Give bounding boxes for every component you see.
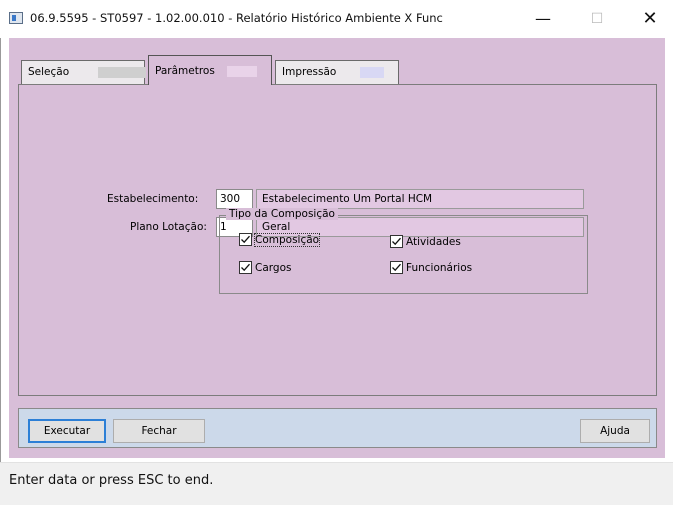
plano-lotacao-label: Plano Lotação: [130,221,207,233]
ajuda-button[interactable]: Ajuda [580,419,650,443]
tab-parametros[interactable]: Parâmetros [148,55,272,85]
minimize-button[interactable]: — [520,4,566,34]
maximize-button[interactable]: ☐ [574,4,620,34]
composicao-checkbox[interactable]: Composição [239,232,321,247]
estabelecimento-input[interactable]: 300 [216,189,253,209]
fechar-button[interactable]: Fechar [113,419,205,443]
checkbox-label: Cargos [255,261,292,274]
status-message: Enter data or press ESC to end. [9,473,214,488]
checkbox-label: Atividades [406,235,461,248]
checkbox-label: Funcionários [406,261,473,274]
tab-label: Impressão [282,66,337,78]
estabelecimento-label: Estabelecimento: [107,193,199,205]
group-title: Tipo da Composição [226,208,338,220]
tab-label: Seleção [28,66,70,78]
window-border [0,38,1,462]
funcionarios-checkbox[interactable]: Funcionários [390,261,472,274]
title-bar: 06.9.5595 - ST0597 - 1.02.00.010 - Relat… [0,0,673,38]
cargos-checkbox[interactable]: Cargos [239,261,291,274]
tipo-composicao-group: Tipo da Composição Composição Atividades… [219,208,588,294]
checkmark-icon [390,261,403,274]
tab-decoration [98,67,146,78]
tab-decoration [227,66,257,77]
tab-decoration [360,67,384,78]
checkbox-label: Composição [253,232,321,247]
tab-label: Parâmetros [155,65,215,77]
tab-selecao[interactable]: Seleção [21,60,146,84]
button-bar: Executar Fechar Ajuda [18,408,657,448]
close-button[interactable]: ✕ [627,4,673,34]
dialog-body: Seleção Impressão Estabelecimento: 300 E… [9,38,665,458]
window-title: 06.9.5595 - ST0597 - 1.02.00.010 - Relat… [30,11,443,25]
checkmark-icon [239,233,252,246]
atividades-checkbox[interactable]: Atividades [390,235,461,248]
tab-impressao[interactable]: Impressão [275,60,399,84]
estabelecimento-description: Estabelecimento Um Portal HCM [256,189,584,209]
app-window-icon [9,12,23,24]
checkmark-icon [390,235,403,248]
executar-button[interactable]: Executar [28,419,106,443]
parametros-panel: Estabelecimento: 300 Estabelecimento Um … [18,84,657,396]
status-bar: Enter data or press ESC to end. [0,462,673,505]
checkmark-icon [239,261,252,274]
